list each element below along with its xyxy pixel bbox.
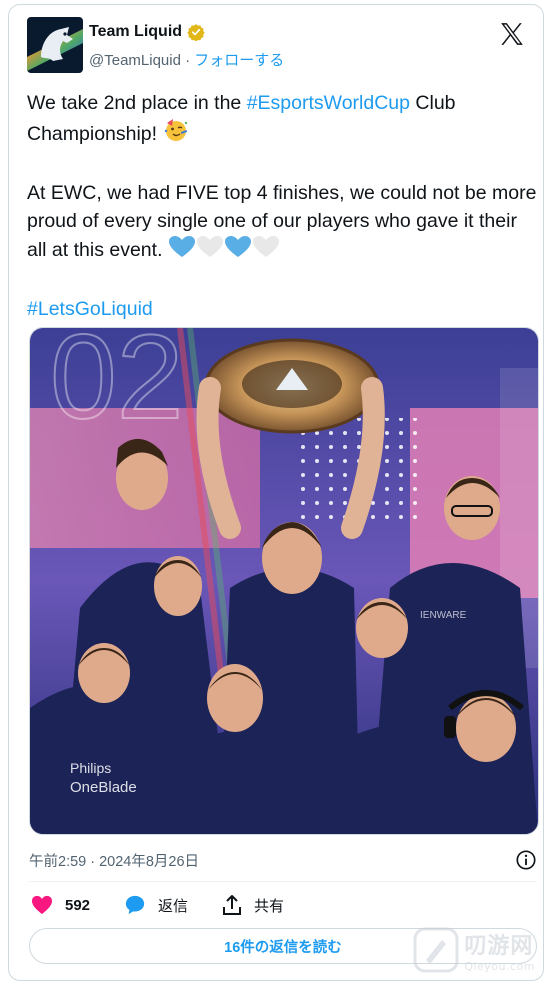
- avatar[interactable]: [27, 17, 83, 73]
- white-heart-emoji-icon: [252, 235, 280, 267]
- white-heart-emoji-icon: [196, 235, 224, 267]
- divider: [29, 881, 537, 882]
- follow-button[interactable]: フォローする: [194, 52, 284, 69]
- tweet-card: Team Liquid @TeamLiquid · フォローする We take…: [8, 4, 544, 981]
- blue-heart-emoji-icon: [224, 235, 252, 267]
- heart-icon: [32, 895, 52, 915]
- timestamp-row: 午前2:59 · 2024年8月26日: [29, 848, 537, 872]
- x-logo-icon[interactable]: [499, 21, 525, 47]
- share-icon: [223, 895, 242, 915]
- site-watermark: 叨游网 Qieyou.com: [412, 926, 535, 974]
- watermark-url: Qieyou.com: [464, 959, 535, 973]
- like-button[interactable]: 592: [31, 895, 90, 915]
- display-name[interactable]: Team Liquid: [89, 23, 182, 41]
- hashtag-esportsworldcup[interactable]: #EsportsWorldCup: [247, 92, 410, 114]
- name-row: Team Liquid: [89, 23, 205, 41]
- reply-label: 返信: [158, 897, 189, 915]
- watermark-title: 叨游网: [464, 933, 534, 959]
- tweet-paragraph-2: At EWC, we had FIVE top 4 finishes, we c…: [27, 182, 542, 261]
- team-photo-image: 02 Philips OneBlade IENWARE: [30, 328, 538, 834]
- svg-text:02: 02: [50, 328, 183, 444]
- separator: ·: [180, 52, 195, 69]
- action-bar: 592 返信 共有: [31, 891, 284, 919]
- team-liquid-logo: [27, 17, 83, 73]
- svg-text:OneBlade: OneBlade: [70, 779, 137, 796]
- party-face-emoji-icon: [163, 117, 189, 151]
- timestamp[interactable]: 午前2:59 · 2024年8月26日: [29, 850, 199, 871]
- svg-text:Philips: Philips: [70, 760, 111, 776]
- svg-text:IENWARE: IENWARE: [420, 610, 467, 621]
- tweet-line1-pre: We take 2nd place in the: [27, 92, 247, 114]
- reply-button[interactable]: 返信: [124, 894, 188, 916]
- info-icon[interactable]: [515, 849, 537, 871]
- share-button[interactable]: 共有: [222, 894, 284, 916]
- handle[interactable]: @TeamLiquid: [89, 52, 181, 69]
- tweet-media[interactable]: 02 Philips OneBlade IENWARE: [29, 327, 539, 835]
- hashtag-letsgoliquid[interactable]: #LetsGoLiquid: [27, 298, 153, 320]
- share-label: 共有: [254, 897, 285, 915]
- handle-row: @TeamLiquid · フォローする: [89, 49, 284, 70]
- verified-badge-icon: [187, 24, 205, 41]
- tweet-header: Team Liquid @TeamLiquid · フォローする: [27, 17, 529, 77]
- reply-bubble-icon: [125, 895, 145, 915]
- watermark-logo-icon: [413, 927, 459, 973]
- blue-heart-emoji-icon: [168, 235, 196, 267]
- tweet-text: We take 2nd place in the #EsportsWorldCu…: [27, 89, 537, 323]
- like-count: 592: [65, 896, 91, 914]
